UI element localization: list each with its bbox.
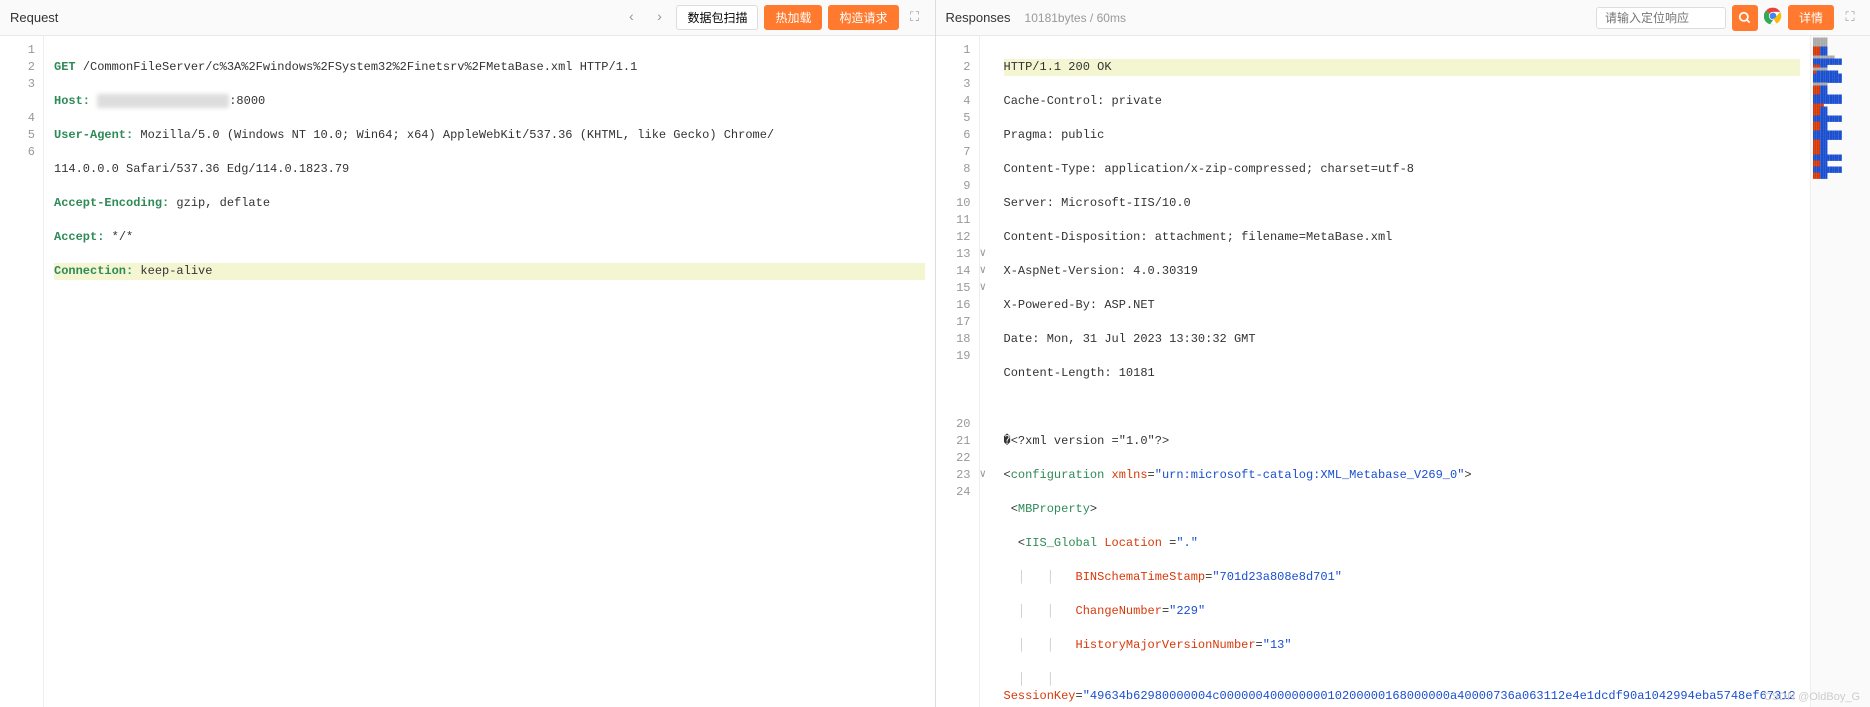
xml-mbproperty: <MBProperty> — [1004, 501, 1801, 518]
ua-cont: 114.0.0.0 Safari/537.36 Edg/114.0.1823.7… — [54, 162, 349, 176]
xml-changenum: │ │ ChangeNumber="229" — [1004, 603, 1801, 620]
xml-binschema: │ │ BINSchemaTimeStamp="701d23a808e8d701… — [1004, 569, 1801, 586]
response-title: Responses — [946, 10, 1011, 25]
resp-header-line: X-Powered-By: ASP.NET — [1004, 297, 1801, 314]
resp-header-line: Content-Type: application/x-zip-compress… — [1004, 161, 1801, 178]
xml-declaration: �<?xml version ="1.0"?> — [1004, 433, 1801, 450]
resp-header-line: X-AspNet-Version: 4.0.30319 — [1004, 263, 1801, 280]
accept-value: */* — [112, 230, 134, 244]
status-line: HTTP/1.1 200 OK — [1004, 59, 1801, 76]
ua-header: User-Agent: — [54, 128, 133, 142]
hotload-button[interactable]: 热加载 — [764, 5, 822, 30]
nav-prev-button[interactable]: ‹ — [620, 7, 642, 29]
response-code-body[interactable]: HTTP/1.1 200 OK Cache-Control: private P… — [994, 36, 1811, 707]
ua-value: Mozilla/5.0 (Windows NT 10.0; Win64; x64… — [140, 128, 774, 142]
accept-enc-value: gzip, deflate — [176, 196, 270, 210]
request-gutter: 123 456 — [0, 36, 44, 707]
request-panel: Request ‹ › 数据包扫描 热加载 构造请求 ⛶ 123 456 GET… — [0, 0, 936, 707]
resp-header-line: Pragma: public — [1004, 127, 1801, 144]
search-input[interactable] — [1596, 7, 1726, 29]
resp-header-line: Content-Disposition: attachment; filenam… — [1004, 229, 1801, 246]
xml-histnum: │ │ HistoryMajorVersionNumber="13" — [1004, 637, 1801, 654]
http-proto: HTTP/1.1 — [580, 60, 638, 74]
host-header: Host: — [54, 94, 90, 108]
xml-iisglobal-open: <IIS_Global Location ="." — [1004, 535, 1801, 552]
resp-header-line: Cache-Control: private — [1004, 93, 1801, 110]
http-method: GET — [54, 60, 76, 74]
response-header: Responses 10181bytes / 60ms 详情 ⛶ — [936, 0, 1870, 36]
resp-header-line: Date: Mon, 31 Jul 2023 13:30:32 GMT — [1004, 331, 1801, 348]
fold-gutter[interactable]: ∨∨∨ ∨ — [980, 36, 994, 707]
accept-enc-header: Accept-Encoding: — [54, 196, 169, 210]
xml-config-open: <configuration xmlns="urn:microsoft-cata… — [1004, 467, 1801, 484]
resp-header-line: Content-Length: 10181 — [1004, 365, 1801, 382]
connection-header: Connection: — [54, 264, 133, 278]
forge-request-button[interactable]: 构造请求 — [828, 5, 898, 30]
response-gutter: 12345678910111213141516171819 2021222324 — [936, 36, 980, 707]
minimap[interactable]: ████████████████████████████████████████… — [1810, 36, 1870, 707]
expand-icon[interactable]: ⛶ — [1840, 8, 1860, 28]
bytes-info: 10181bytes / 60ms — [1025, 11, 1126, 25]
expand-icon[interactable]: ⛶ — [905, 8, 925, 28]
request-header: Request ‹ › 数据包扫描 热加载 构造请求 ⛶ — [0, 0, 935, 36]
response-code-area[interactable]: 12345678910111213141516171819 2021222324… — [936, 36, 1811, 707]
request-path: /CommonFileServer/c%3A%2Fwindows%2FSyste… — [83, 60, 573, 74]
request-code-area[interactable]: 123 456 GET /CommonFileServer/c%3A%2Fwin… — [0, 36, 935, 707]
connection-value: keep-alive — [140, 264, 212, 278]
search-button[interactable] — [1732, 5, 1758, 31]
accept-header: Accept: — [54, 230, 104, 244]
watermark: CSDN @OldBoy_G — [1764, 691, 1860, 703]
request-code-body[interactable]: GET /CommonFileServer/c%3A%2Fwindows%2FS… — [44, 36, 935, 707]
host-value-blurred: xxx.xxx.xx — [97, 94, 229, 108]
nav-next-button[interactable]: › — [648, 7, 670, 29]
response-panel: Responses 10181bytes / 60ms 详情 ⛶ 1234567… — [936, 0, 1870, 707]
scan-button[interactable]: 数据包扫描 — [676, 5, 758, 30]
xml-sesskey: │ │SessionKey="49634b62980000004c0000004… — [1004, 671, 1801, 707]
request-title: Request — [10, 10, 58, 25]
detail-button[interactable]: 详情 — [1788, 5, 1834, 30]
resp-header-line: Server: Microsoft-IIS/10.0 — [1004, 195, 1801, 212]
chrome-icon[interactable] — [1764, 7, 1782, 29]
